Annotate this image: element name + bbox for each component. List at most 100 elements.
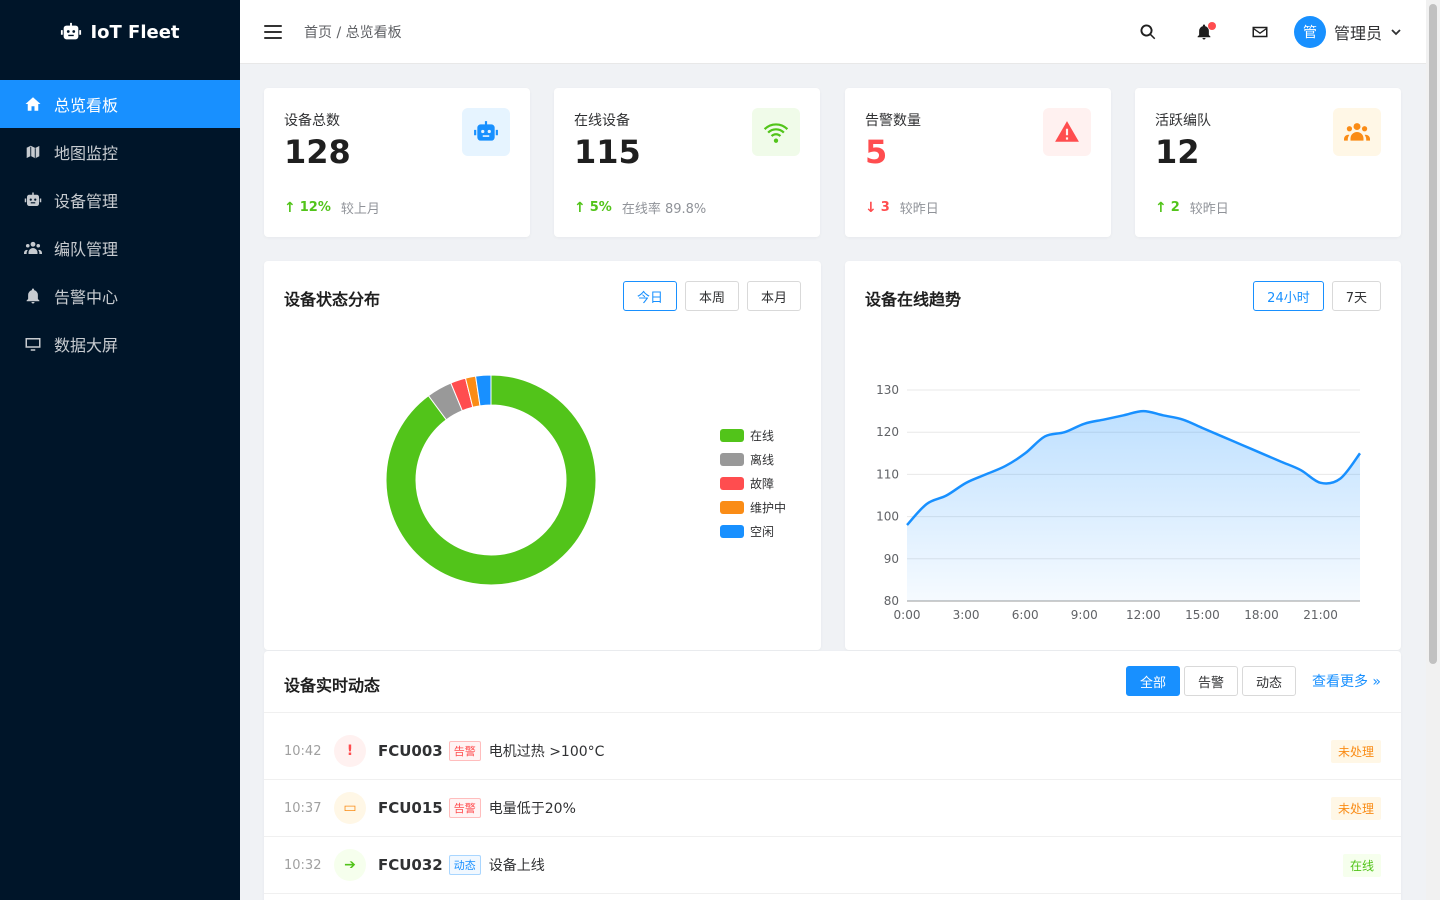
feed-row[interactable]: 10:42 ! FCU003 告警 电机过热 >100°C 未处理 bbox=[264, 723, 1401, 780]
filter-all-button[interactable]: 全部 bbox=[1125, 666, 1180, 696]
messages-button[interactable] bbox=[1232, 12, 1288, 52]
notification-dot bbox=[1207, 21, 1216, 30]
y-tick-label: 100 bbox=[876, 510, 899, 524]
stat-card: 告警数量 5 ↓ 3 较昨日 bbox=[845, 88, 1111, 237]
scrollbar-thumb[interactable] bbox=[1429, 4, 1437, 664]
arrow-up-icon: ↑ bbox=[284, 199, 296, 216]
sidebar-item-bigscreen[interactable]: 数据大屏 bbox=[0, 320, 240, 368]
x-tick-label: 6:00 bbox=[1012, 608, 1039, 622]
feed-message: 电量低于20% bbox=[488, 801, 576, 817]
y-tick-label: 80 bbox=[884, 594, 899, 608]
search-button[interactable] bbox=[1120, 12, 1176, 52]
y-tick-label: 120 bbox=[876, 425, 899, 439]
feed-device-id[interactable]: FCU032 bbox=[378, 856, 443, 874]
monitor-icon bbox=[24, 335, 42, 353]
x-tick-label: 9:00 bbox=[1071, 608, 1098, 622]
stat-change: ↑ 12% 较上月 bbox=[284, 198, 380, 218]
sidebar-item-overview[interactable]: 总览看板 bbox=[0, 80, 240, 128]
sidebar-item-label: 总览看板 bbox=[54, 96, 119, 115]
stat-change-value: 12% bbox=[299, 200, 331, 215]
status-badge: 未处理 bbox=[1330, 796, 1381, 820]
status-distribution-panel: 设备状态分布 今日 本周 本月 在线 离线 故障 维护中 空闲 bbox=[264, 261, 821, 650]
breadcrumb: 首页 / 总览看板 bbox=[304, 24, 402, 41]
divider bbox=[264, 712, 1401, 713]
stat-change-value: 2 bbox=[1170, 200, 1180, 215]
users-icon bbox=[1333, 108, 1381, 156]
trend-area-fill bbox=[907, 411, 1360, 601]
sidebar-item-alerts[interactable]: 告警中心 bbox=[0, 272, 240, 320]
stat-change: ↓ 3 较昨日 bbox=[865, 198, 939, 218]
stat-card: 设备总数 128 ↑ 12% 较上月 bbox=[264, 88, 530, 237]
x-tick-label: 0:00 bbox=[894, 608, 921, 622]
sidebar-item-map[interactable]: 地图监控 bbox=[0, 128, 240, 176]
donut-slice-0[interactable] bbox=[385, 374, 597, 586]
stat-change-note: 较昨日 bbox=[1189, 202, 1229, 217]
legend-item[interactable]: 故障 bbox=[720, 471, 786, 495]
battery-icon: ▭ bbox=[334, 792, 366, 824]
feed-tag: 动态 bbox=[448, 855, 481, 875]
legend-item[interactable]: 空闲 bbox=[720, 519, 786, 543]
device-feed-panel: 设备实时动态 全部 告警 动态 查看更多 » 10:42 ! FCU003 告警… bbox=[264, 651, 1401, 900]
status-badge: 在线 bbox=[1342, 853, 1381, 877]
page-scrollbar[interactable] bbox=[1426, 0, 1440, 900]
legend-item[interactable]: 在线 bbox=[720, 423, 786, 447]
warning-icon bbox=[1043, 108, 1091, 156]
notifications-button[interactable] bbox=[1176, 12, 1232, 52]
menu-toggle-icon[interactable] bbox=[264, 24, 282, 39]
sidebar: IoT Fleet 总览看板 地图监控 设备管理 编队管理 告警中心 数据大屏 bbox=[0, 0, 240, 900]
stat-change-note: 在线率 89.8% bbox=[621, 202, 707, 217]
sidebar-item-label: 设备管理 bbox=[54, 192, 119, 211]
feed-message: 设备上线 bbox=[488, 858, 545, 874]
feed-row[interactable]: 10:32 ➔ FCU032 动态 设备上线 在线 bbox=[264, 837, 1401, 894]
login-icon: ➔ bbox=[334, 849, 366, 881]
map-icon bbox=[24, 143, 42, 161]
feed-message: 电机过热 >100°C bbox=[488, 744, 605, 760]
y-tick-label: 90 bbox=[884, 552, 899, 566]
mail-icon bbox=[1251, 23, 1269, 41]
legend-swatch bbox=[720, 452, 744, 466]
home-icon bbox=[24, 95, 42, 113]
legend-label: 故障 bbox=[750, 476, 775, 491]
user-name: 管理员 bbox=[1333, 23, 1382, 43]
y-tick-label: 130 bbox=[876, 383, 899, 397]
feed-row[interactable]: 10:37 ▭ FCU015 告警 电量低于20% 未处理 bbox=[264, 780, 1401, 837]
stat-change-value: 3 bbox=[880, 200, 890, 215]
stat-change-note: 较上月 bbox=[340, 202, 380, 217]
app-logo[interactable]: IoT Fleet bbox=[0, 0, 240, 64]
legend-swatch bbox=[720, 476, 744, 490]
wifi-icon bbox=[752, 108, 800, 156]
alert-icon: ! bbox=[334, 735, 366, 767]
feed-device-id[interactable]: FCU003 bbox=[378, 742, 443, 760]
y-tick-label: 110 bbox=[876, 467, 899, 481]
legend-label: 维护中 bbox=[750, 500, 787, 515]
legend-item[interactable]: 维护中 bbox=[720, 495, 786, 519]
user-menu[interactable]: 管 管理员 bbox=[1293, 15, 1402, 48]
arrow-down-icon: ↓ bbox=[865, 199, 877, 216]
stat-card: 在线设备 115 ↑ 5% 在线率 89.8% bbox=[554, 88, 820, 237]
x-tick-label: 12:00 bbox=[1126, 608, 1161, 622]
online-trend-panel: 设备在线趋势 24小时 7天 80 90 100 110 120 130 0:00 3:00 6… bbox=[845, 261, 1401, 650]
legend-label: 在线 bbox=[750, 428, 775, 443]
sidebar-item-label: 编队管理 bbox=[54, 240, 119, 259]
arrow-up-icon: ↑ bbox=[574, 199, 586, 216]
legend-swatch bbox=[720, 524, 744, 538]
filter-alerts-button[interactable]: 告警 bbox=[1183, 666, 1238, 696]
feed-device-id[interactable]: FCU015 bbox=[378, 799, 443, 817]
sidebar-item-fleets[interactable]: 编队管理 bbox=[0, 224, 240, 272]
online-trend-chart: 80 90 100 110 120 130 0:00 3:00 6:00 9:00 12:00 15:… bbox=[876, 383, 1362, 622]
robot-icon bbox=[24, 191, 42, 209]
legend-label: 离线 bbox=[750, 452, 775, 467]
sidebar-item-devices[interactable]: 设备管理 bbox=[0, 176, 240, 224]
legend-swatch bbox=[720, 428, 744, 442]
filter-activity-button[interactable]: 动态 bbox=[1241, 666, 1296, 696]
sidebar-item-label: 数据大屏 bbox=[54, 336, 119, 355]
robot-icon bbox=[462, 108, 510, 156]
stat-card: 活跃编队 12 ↑ 2 较昨日 bbox=[1135, 88, 1401, 237]
stat-change-note: 较昨日 bbox=[899, 202, 939, 217]
panel-title: 设备实时动态 bbox=[284, 676, 381, 695]
feed-time: 10:32 bbox=[284, 857, 322, 873]
view-more-link[interactable]: 查看更多 » bbox=[1312, 671, 1381, 691]
robot-icon bbox=[60, 21, 82, 43]
legend-item[interactable]: 离线 bbox=[720, 447, 786, 471]
sidebar-item-label: 告警中心 bbox=[54, 288, 119, 307]
